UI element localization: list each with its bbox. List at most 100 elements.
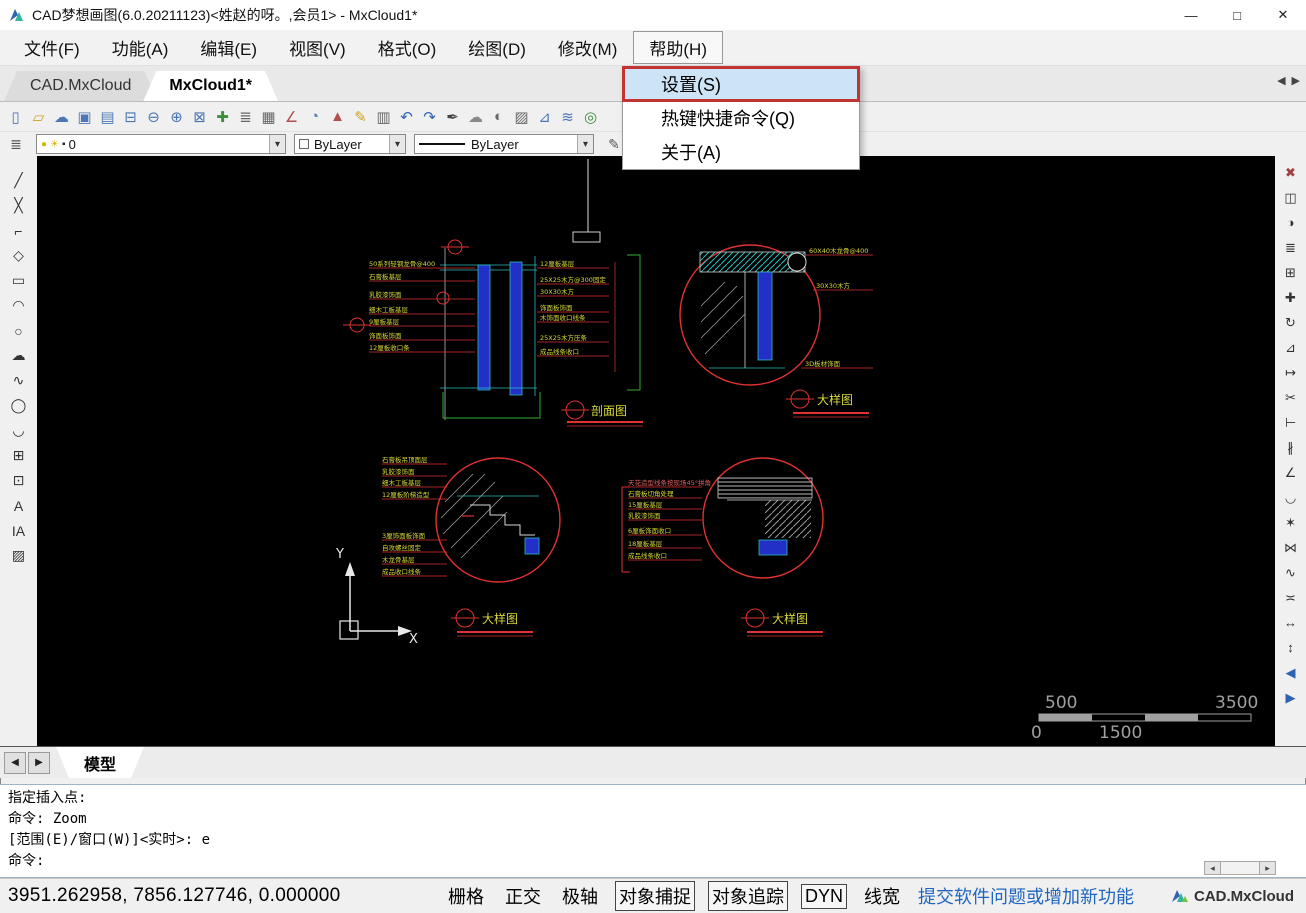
sheet-prev-icon[interactable]: ◀ [4,752,26,774]
document-tab[interactable]: CAD.MxCloud [4,71,157,101]
erase-icon[interactable]: ✖ [1279,160,1303,185]
save-as-icon[interactable]: ▤ [96,105,119,129]
color-dropdown[interactable]: ByLayer ▾ [294,134,406,154]
offset-icon[interactable]: ≣ [1279,235,1303,260]
mtext-icon[interactable]: IA [7,518,31,543]
options-icon[interactable]: ◎ [579,105,602,129]
menu-item[interactable]: 编辑(E) [184,31,273,64]
chevron-down-icon[interactable]: ▾ [389,135,405,153]
rotate-icon[interactable]: ↻ [1279,310,1303,335]
close-button[interactable]: ✕ [1260,0,1306,30]
arc-icon[interactable]: ◠ [7,293,31,318]
revcloud-tool-icon[interactable]: ☁ [464,105,487,129]
quick-edit-icon[interactable]: ✎ [349,105,372,129]
scale-icon[interactable]: ⊿ [1279,335,1303,360]
zoom-previous-icon[interactable]: ⊟ [119,105,142,129]
array-icon[interactable]: ⊞ [1279,260,1303,285]
status-toggle[interactable]: DYN [801,884,847,909]
explode-icon[interactable]: ✶ [1279,510,1303,535]
dimension-icon[interactable]: ↕ [1279,635,1303,660]
scroll-left-icon[interactable]: ◂ [1204,861,1221,875]
ellipse-arc-icon[interactable]: ◡ [7,418,31,443]
status-toggle[interactable]: 正交 [501,881,545,911]
extend-icon[interactable]: ⊢ [1279,410,1303,435]
construction-line-icon[interactable]: ╳ [7,193,31,218]
measure-angle-icon[interactable]: ∠ [280,105,303,129]
linetype-scale-icon[interactable]: ≋ [556,105,579,129]
cad-drawing[interactable]: 50系列轻钢龙骨@400 石膏板基层 乳胶漆饰面 细木工板基层 9厘板基层 饰面… [37,156,1275,746]
copy-icon[interactable]: ◫ [1279,185,1303,210]
arc-info-icon[interactable]: ◔ [303,105,326,129]
save-icon[interactable]: ▣ [73,105,96,129]
pen-icon[interactable]: ✒ [441,105,464,129]
menu-item[interactable]: 视图(V) [273,31,362,64]
trim-icon[interactable]: ✂ [1279,385,1303,410]
scrollbar-track[interactable] [1221,861,1259,875]
mirror-icon[interactable]: ◑ [1279,210,1303,235]
chevron-down-icon[interactable]: ▾ [269,135,285,153]
feedback-link[interactable]: 提交软件问题或增加新功能 [918,883,1134,909]
redo-icon[interactable]: ↷ [418,105,441,129]
new-file-icon[interactable]: ▯ [4,105,27,129]
menu-item[interactable]: 功能(A) [96,31,185,64]
menu-item[interactable]: 格式(O) [362,31,453,64]
linetype-dropdown[interactable]: ByLayer ▾ [414,134,594,154]
status-toggle[interactable]: 对象捕捉 [615,881,695,911]
viewport-icon[interactable]: ▦ [257,105,280,129]
page-left-icon[interactable]: ◀ [1279,660,1303,685]
rectangle-icon[interactable]: ▭ [7,268,31,293]
triangle-tool-icon[interactable]: ⊿ [533,105,556,129]
fillet-icon[interactable]: ◡ [1279,485,1303,510]
status-toggle[interactable]: 栅格 [444,881,488,911]
stretch-icon[interactable]: ↦ [1279,360,1303,385]
tab-scroll-right-icon[interactable]: ▶ [1292,74,1300,87]
cloud-open-icon[interactable]: ☁ [50,105,73,129]
insert-block-icon[interactable]: ⊞ [7,443,31,468]
pan-icon[interactable]: ✚ [211,105,234,129]
command-scrollbar[interactable]: ◂ ▸ [1204,861,1276,875]
pedit-icon[interactable]: ∿ [1279,560,1303,585]
minimize-button[interactable]: — [1168,0,1214,30]
break-icon[interactable]: ∦ [1279,435,1303,460]
menu-option[interactable]: 关于(A) [623,135,859,169]
layers-palette-icon[interactable]: ≣ [4,134,28,154]
scroll-right-icon[interactable]: ▸ [1259,861,1276,875]
ellipse-icon[interactable]: ◯ [7,393,31,418]
menu-item[interactable]: 文件(F) [8,31,96,64]
undo-icon[interactable]: ↶ [395,105,418,129]
align-icon[interactable]: ≍ [1279,585,1303,610]
fill-mode-icon[interactable]: ▲ [326,105,349,129]
display-order-icon[interactable]: ◐ [487,105,510,129]
menu-option[interactable]: 设置(S) [623,67,859,101]
chamfer-icon[interactable]: ∠ [1279,460,1303,485]
menu-item[interactable]: 修改(M) [542,31,633,64]
sheet-next-icon[interactable]: ▶ [28,752,50,774]
page-right-icon[interactable]: ▶ [1279,685,1303,710]
move-icon[interactable]: ✚ [1279,285,1303,310]
join-icon[interactable]: ⋈ [1279,535,1303,560]
zoom-out-icon[interactable]: ⊖ [142,105,165,129]
revcloud-icon[interactable]: ☁ [7,343,31,368]
polyline-icon[interactable]: ⌐ [7,218,31,243]
menu-item[interactable]: 绘图(D) [452,31,542,64]
layer-manager-icon[interactable]: ≣ [234,105,257,129]
status-toggle[interactable]: 线宽 [860,881,904,911]
status-toggle[interactable]: 极轴 [558,881,602,911]
spline-icon[interactable]: ∿ [7,368,31,393]
zoom-in-icon[interactable]: ⊕ [165,105,188,129]
hatch-tool-icon[interactable]: ▨ [510,105,533,129]
menu-option[interactable]: 热键快捷命令(Q) [623,101,859,135]
text-icon[interactable]: A [7,493,31,518]
command-line-area[interactable]: 指定插入点: 命令: Zoom [范围(E)/窗口(W)]<实时>: e 命令:… [0,784,1306,878]
menu-item[interactable]: 帮助(H) [633,31,723,64]
lengthen-icon[interactable]: ↔ [1279,610,1303,635]
circle-icon[interactable]: ○ [7,318,31,343]
open-folder-icon[interactable]: ▱ [27,105,50,129]
table-hatch-icon[interactable]: ▨ [7,543,31,568]
drawing-canvas[interactable]: 50系列轻钢龙骨@400 石膏板基层 乳胶漆饰面 细木工板基层 9厘板基层 饰面… [37,156,1275,746]
status-toggle[interactable]: 对象追踪 [708,881,788,911]
tab-scroll-left-icon[interactable]: ◀ [1277,74,1285,87]
zoom-extents-icon[interactable]: ⊠ [188,105,211,129]
layer-dropdown[interactable]: ● ☀ ▪ 0 ▾ [36,134,286,154]
maximize-button[interactable]: □ [1214,0,1260,30]
